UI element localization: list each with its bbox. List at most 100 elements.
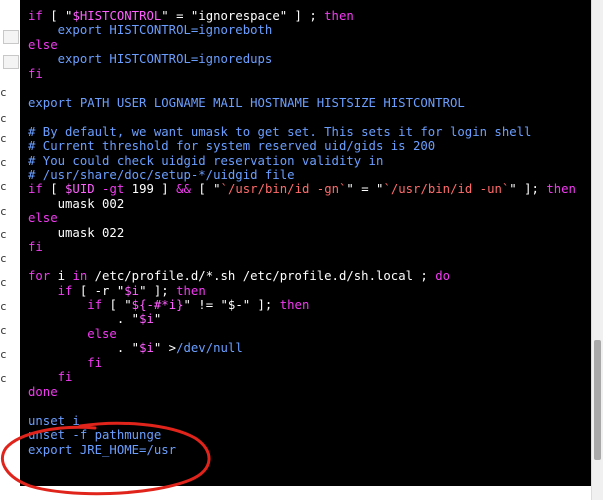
- partial-text: c: [0, 132, 7, 145]
- code-token: [ ": [190, 182, 221, 197]
- code-line: unset i: [28, 414, 80, 428]
- code-token: $i: [139, 341, 154, 356]
- code-token: " = "ignorespace" ] ;: [161, 9, 325, 23]
- code-token: 199 ]: [124, 182, 177, 197]
- code-line: # You could check uidgid reservation val…: [28, 154, 383, 168]
- code-line: for i in /etc/profile.d/*.sh /etc/profil…: [28, 269, 450, 283]
- code-token: [: [42, 182, 66, 197]
- code-token: then: [546, 182, 576, 197]
- code-token: ": [153, 312, 162, 327]
- code-token: else: [28, 37, 58, 52]
- code-token: # By default, we want umask to get set. …: [28, 124, 532, 139]
- window-control-box: [3, 55, 19, 69]
- vertical-scrollbar[interactable]: [591, 0, 603, 500]
- partial-text: c: [0, 324, 7, 337]
- code-token: umask 002: [28, 196, 125, 211]
- code-line: else: [28, 211, 58, 225]
- code-token: if: [28, 182, 43, 197]
- code-line: export HISTCONTROL=ignoredups: [28, 52, 273, 67]
- code-token: $HISTCONTROL: [72, 9, 162, 23]
- code-token: /etc/profile.d/*.sh /etc/profile.d/sh.lo…: [87, 269, 436, 284]
- code-token: export PATH USER LOGNAME MAIL HOSTNAME H…: [28, 95, 465, 110]
- code-line: export HISTCONTROL=ignoreboth: [28, 23, 273, 38]
- code-line: . "$i": [28, 312, 161, 326]
- code-token: if: [28, 9, 43, 23]
- code-line: fi: [28, 356, 102, 370]
- code-token: do: [435, 269, 451, 284]
- code-line: fi: [28, 240, 43, 254]
- code-line: unset -f pathmunge: [28, 428, 161, 442]
- code-line: if [ "$HISTCONTROL" = "ignorespace" ] ; …: [28, 9, 354, 23]
- code-token: $UID: [65, 182, 95, 197]
- code-token: " ];: [139, 283, 177, 298]
- code-token: unset i: [28, 413, 80, 428]
- code-token: fi: [28, 370, 73, 385]
- code-line: if [ $UID -gt 199 ] && [ "`/usr/bin/id -…: [28, 182, 576, 196]
- window-bottom-edge: [20, 486, 592, 500]
- partial-text: c: [0, 86, 7, 99]
- code-token: export JRE_HOME=/usr: [28, 442, 177, 457]
- code-token: i: [50, 269, 73, 284]
- code-line: else: [28, 38, 58, 52]
- code-token: if: [57, 283, 73, 298]
- partial-text: c: [0, 228, 7, 241]
- code-line: if [ -r "$i" ]; then: [28, 284, 206, 298]
- scrollbar-thumb[interactable]: [594, 340, 601, 460]
- code-token: for: [28, 269, 51, 284]
- code-line: . "$i" >/dev/null: [28, 341, 243, 355]
- code-line: else: [28, 327, 117, 341]
- code-token: in: [72, 269, 88, 284]
- code-token: [ -r ": [72, 283, 125, 298]
- code-token: fi: [28, 240, 43, 255]
- code-token: `/usr/bin/id -gn`: [220, 182, 347, 197]
- code-token: " != "$-" ];: [183, 298, 280, 312]
- code-line: if [ "${-#*i}" != "$-" ]; then: [28, 298, 309, 312]
- code-token: `/usr/bin/id -un`: [383, 182, 510, 197]
- code-line: done: [28, 385, 58, 399]
- code-token: [ ": [42, 9, 73, 23]
- window-control-box: [3, 30, 19, 44]
- code-line: umask 022: [28, 226, 125, 240]
- partial-text: c: [0, 300, 7, 313]
- partial-text: c: [0, 252, 7, 265]
- terminal-editor[interactable]: if [ "$HISTCONTROL" = "ignorespace" ] ; …: [20, 0, 592, 486]
- code-token: if: [87, 298, 103, 312]
- code-token: [ ": [102, 298, 132, 312]
- code-token: export HISTCONTROL=ignoreboth: [28, 23, 273, 38]
- code-token: " ];: [509, 182, 547, 197]
- code-token: &&: [176, 182, 191, 197]
- partial-text: c: [0, 205, 7, 218]
- code-token: fi: [28, 66, 43, 81]
- code-token: $i: [124, 283, 140, 298]
- code-token: . ": [28, 312, 140, 327]
- code-token: " >: [153, 341, 177, 356]
- code-token: then: [279, 298, 310, 312]
- partial-text: c: [0, 112, 7, 125]
- partial-text: c: [0, 180, 7, 193]
- code-line: fi: [28, 67, 43, 81]
- background-window-strip: c c c c c c c c c c c c c: [0, 0, 20, 500]
- code-token: $i: [139, 312, 154, 327]
- code-line: export PATH USER LOGNAME MAIL HOSTNAME H…: [28, 96, 465, 110]
- code-token: fi: [28, 355, 103, 370]
- code-token: # /usr/share/doc/setup-*/uidgid file: [28, 167, 295, 182]
- code-token: " = ": [346, 182, 384, 197]
- code-line: # /usr/share/doc/setup-*/uidgid file: [28, 168, 295, 182]
- partial-text: c: [0, 156, 7, 169]
- code-line: # By default, we want umask to get set. …: [28, 125, 531, 139]
- code-line: # Current threshold for system reserved …: [28, 139, 435, 153]
- code-token: . ": [28, 341, 140, 356]
- code-token: -gt: [94, 182, 125, 197]
- partial-text: c: [0, 372, 7, 385]
- code-token: then: [324, 9, 354, 23]
- code-line: fi: [28, 370, 73, 385]
- code-token: else: [28, 326, 117, 341]
- code-token: done: [28, 384, 58, 399]
- code-token: then: [176, 283, 206, 298]
- code-token: export HISTCONTROL=ignoredups: [28, 52, 273, 67]
- code-token: # Current threshold for system reserved …: [28, 139, 436, 154]
- code-token: /dev/null: [176, 341, 243, 356]
- code-line: export JRE_HOME=/usr: [28, 443, 176, 457]
- partial-text: c: [0, 348, 7, 361]
